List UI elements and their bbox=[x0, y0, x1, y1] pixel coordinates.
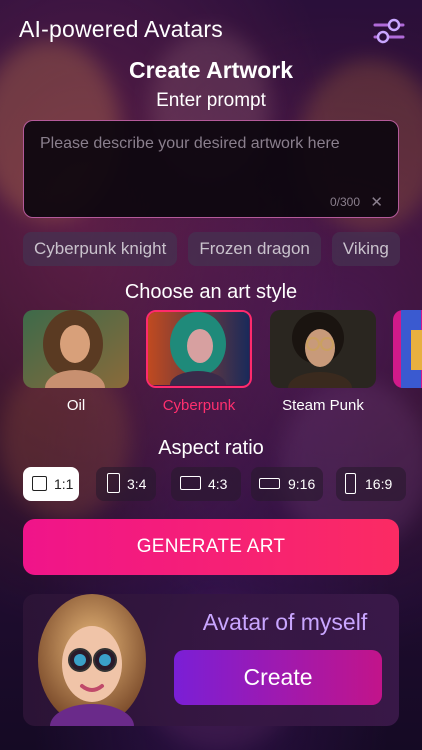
style-option-oil[interactable]: Oil bbox=[23, 310, 129, 414]
aspect-option-9-16[interactable]: 9:16 bbox=[251, 467, 323, 501]
sliders-icon[interactable] bbox=[372, 16, 406, 46]
style-thumbnail bbox=[393, 310, 422, 388]
suggestion-chip[interactable]: Viking bbox=[331, 232, 400, 266]
aspect-ratio-title: Aspect ratio bbox=[158, 437, 264, 459]
aspect-option-1-1[interactable]: 1:1 bbox=[23, 467, 79, 501]
art-style-title: Choose an art style bbox=[124, 281, 298, 303]
portrait-icon bbox=[107, 473, 120, 493]
oil-thumbnail bbox=[23, 310, 129, 388]
square-icon bbox=[32, 476, 47, 491]
style-label: Oil bbox=[66, 397, 86, 414]
suggestion-chip[interactable]: Cyberpunk knight bbox=[23, 232, 178, 266]
generate-art-button[interactable]: GENERATE ART bbox=[23, 519, 399, 575]
suggestion-chip[interactable]: Frozen dragon bbox=[188, 232, 321, 266]
art-style-carousel: Oil Cyberpunk Steam Punk bbox=[23, 310, 422, 420]
landscape-icon bbox=[180, 476, 201, 490]
aspect-option-3-4[interactable]: 3:4 bbox=[96, 467, 156, 501]
page-title: Create Artwork bbox=[128, 57, 294, 83]
prompt-placeholder: Please describe your desired artwork her… bbox=[40, 135, 340, 152]
style-option-cyberpunk[interactable]: Cyberpunk bbox=[146, 310, 252, 414]
avatar-card-title: Avatar of myself bbox=[202, 609, 368, 635]
wide-icon bbox=[259, 478, 280, 489]
tall-icon bbox=[345, 473, 356, 494]
aspect-ratio-selector: 1:1 3:4 4:3 9:16 16:9 bbox=[23, 467, 422, 501]
aspect-option-16-9[interactable]: 16:9 bbox=[336, 467, 406, 501]
style-label: Steam Punk bbox=[282, 397, 364, 414]
close-icon[interactable]: ✕ bbox=[370, 193, 383, 211]
avatar-illustration bbox=[38, 594, 146, 726]
create-avatar-button[interactable]: Create bbox=[174, 650, 382, 705]
app-title: AI-powered Avatars bbox=[19, 16, 223, 42]
cyberpunk-thumbnail bbox=[146, 310, 252, 388]
avatar-promo-card: Avatar of myself Create bbox=[23, 594, 399, 726]
style-option-more[interactable] bbox=[393, 310, 422, 397]
steam-punk-thumbnail bbox=[270, 310, 376, 388]
style-option-steam-punk[interactable]: Steam Punk bbox=[270, 310, 376, 414]
prompt-suggestions: Cyberpunk knight Frozen dragon Viking bbox=[23, 232, 422, 266]
prompt-label: Enter prompt bbox=[156, 90, 266, 111]
character-count: 0/300 bbox=[329, 195, 360, 209]
prompt-input[interactable]: Please describe your desired artwork her… bbox=[23, 120, 399, 218]
aspect-option-4-3[interactable]: 4:3 bbox=[171, 467, 241, 501]
style-label: Cyberpunk bbox=[162, 397, 236, 414]
